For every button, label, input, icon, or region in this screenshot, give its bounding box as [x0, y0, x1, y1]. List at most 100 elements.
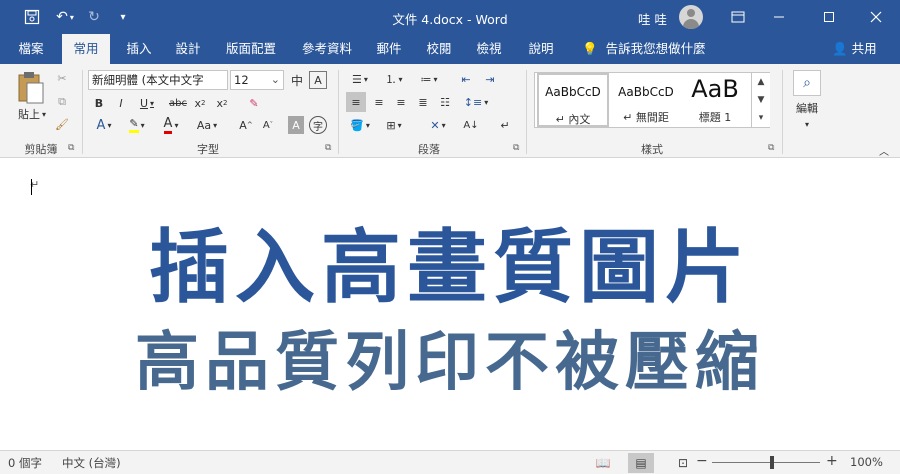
- sort-icon[interactable]: A↓: [462, 116, 480, 134]
- editing-label[interactable]: 編輯: [788, 100, 826, 116]
- grow-font-icon[interactable]: A ^: [238, 116, 254, 134]
- asian-layout-icon[interactable]: ✕ ▾: [424, 116, 452, 134]
- tab-design[interactable]: 設計: [167, 34, 209, 64]
- text-cursor: [31, 179, 32, 195]
- user-avatar[interactable]: [679, 5, 703, 29]
- style-no-spacing[interactable]: AaBbCcD ↵ 無間距: [611, 73, 681, 127]
- ribbon-display-options-icon[interactable]: [726, 0, 750, 34]
- autosave-icon[interactable]: [18, 0, 46, 34]
- tab-layout[interactable]: 版面配置: [218, 34, 284, 64]
- style-name: 標題 1: [698, 111, 732, 124]
- zoom-in-icon[interactable]: +: [826, 453, 838, 469]
- increase-indent-icon[interactable]: ⇥: [480, 70, 500, 88]
- copy-icon[interactable]: ⧉: [54, 94, 70, 110]
- highlight-icon[interactable]: ✎ ▾: [124, 116, 150, 134]
- paste-icon[interactable]: [12, 70, 48, 106]
- tab-file[interactable]: 檔案: [8, 34, 54, 64]
- shading-icon[interactable]: 🪣 ▾: [346, 116, 374, 134]
- strikethrough-icon[interactable]: abc: [167, 94, 189, 112]
- document-canvas[interactable]: ↵ 插入高畫質圖片 高品質列印不被壓縮: [0, 159, 900, 450]
- word-count[interactable]: 0 個字: [8, 455, 42, 471]
- align-center-icon[interactable]: ≡: [369, 92, 389, 112]
- underline-icon[interactable]: U ▾: [135, 94, 159, 112]
- clear-formatting-icon[interactable]: ✎: [245, 94, 263, 112]
- user-name[interactable]: 哇 哇: [638, 9, 667, 28]
- bold-icon[interactable]: B: [91, 94, 107, 112]
- zoom-level[interactable]: 100%: [850, 455, 883, 469]
- style-normal[interactable]: AaBbCcD ↵ 內文: [537, 73, 609, 127]
- font-name-value: 新細明體 (本文中文字: [92, 73, 204, 87]
- zoom-out-icon[interactable]: −: [696, 453, 708, 469]
- maximize-icon[interactable]: [815, 0, 843, 34]
- gallery-scroll-down-icon[interactable]: ▼: [751, 91, 770, 109]
- tab-view[interactable]: 檢視: [468, 34, 510, 64]
- styles-launcher-icon[interactable]: ⧉: [768, 143, 774, 153]
- text-effects-icon[interactable]: A ▾: [91, 116, 117, 134]
- justify-icon[interactable]: ≣: [413, 92, 433, 112]
- undo-icon[interactable]: ↶ ▾: [50, 0, 80, 34]
- format-painter-icon[interactable]: 🖌: [54, 116, 70, 132]
- numbering-icon[interactable]: ⒈ ▾: [380, 70, 408, 88]
- phonetic-guide-icon[interactable]: 中: [287, 71, 307, 89]
- borders-icon[interactable]: ⊞ ▾: [380, 116, 408, 134]
- redo-icon[interactable]: ↻: [84, 0, 104, 34]
- tab-home[interactable]: 常用: [62, 34, 110, 64]
- superscript-icon[interactable]: x2: [214, 94, 230, 112]
- align-left-icon[interactable]: ≡: [346, 92, 366, 112]
- character-shading-icon[interactable]: A: [288, 116, 304, 134]
- minimize-icon[interactable]: [765, 0, 793, 34]
- share-button[interactable]: 👤 共用: [832, 34, 877, 64]
- font-name-select[interactable]: 新細明體 (本文中文字: [88, 70, 228, 90]
- language-indicator[interactable]: 中文 (台灣): [62, 455, 121, 471]
- ribbon-home: 貼上 ▾ ✂ ⧉ 🖌 剪貼簿 ⧉ 新細明體 (本文中文字 12 ⌄ 中 A B I …: [0, 64, 900, 158]
- paragraph-launcher-icon[interactable]: ⧉: [513, 143, 519, 153]
- font-size-select[interactable]: 12 ⌄: [230, 70, 284, 90]
- gallery-more-icon[interactable]: ▾: [751, 109, 770, 127]
- find-icon[interactable]: ⌕: [793, 70, 821, 96]
- bullets-icon[interactable]: ☰ ▾: [346, 70, 374, 88]
- show-marks-icon[interactable]: ↵: [496, 116, 514, 134]
- editing-dropdown-icon[interactable]: ▾: [800, 118, 814, 130]
- tab-insert[interactable]: 插入: [118, 34, 160, 64]
- tab-mailings[interactable]: 郵件: [368, 34, 410, 64]
- customize-toolbar-icon[interactable]: ▾: [114, 0, 132, 34]
- print-layout-icon[interactable]: ▤: [628, 453, 654, 473]
- tell-me-label: 告訴我您想做什麼: [605, 41, 706, 56]
- change-case-icon[interactable]: Aa ▾: [192, 116, 222, 134]
- character-border-icon[interactable]: A: [309, 71, 327, 89]
- group-divider: [82, 70, 83, 154]
- distributed-icon[interactable]: ☷: [435, 92, 455, 112]
- gallery-scroll-up-icon[interactable]: ▲: [751, 73, 770, 91]
- multilevel-list-icon[interactable]: ≔ ▾: [414, 70, 444, 88]
- style-heading-1[interactable]: AaB 標題 1: [683, 73, 747, 127]
- enclose-characters-icon[interactable]: 字: [309, 116, 327, 134]
- status-bar: 0 個字 中文 (台灣) 📖 ▤ ⊡ − + 100%: [0, 450, 900, 474]
- paste-button[interactable]: 貼上 ▾: [14, 106, 50, 122]
- collapse-ribbon-icon[interactable]: ︿: [876, 144, 892, 158]
- font-color-icon[interactable]: A ▾: [158, 116, 184, 134]
- style-name: ↵ 內文: [555, 113, 591, 126]
- cut-icon[interactable]: ✂: [54, 70, 70, 86]
- shrink-font-icon[interactable]: Aˇ: [260, 116, 276, 134]
- read-mode-icon[interactable]: 📖: [590, 453, 616, 473]
- tab-references[interactable]: 參考資料: [294, 34, 360, 64]
- group-divider: [782, 70, 783, 154]
- tab-help[interactable]: 說明: [520, 34, 562, 64]
- zoom-slider-thumb[interactable]: [770, 456, 774, 469]
- web-layout-icon[interactable]: ⊡: [670, 453, 696, 473]
- font-launcher-icon[interactable]: ⧉: [325, 143, 331, 153]
- tab-review[interactable]: 校閱: [418, 34, 460, 64]
- zoom-slider[interactable]: [712, 462, 820, 463]
- style-name: ↵ 無間距: [623, 111, 669, 124]
- subscript-icon[interactable]: x2: [192, 94, 208, 112]
- clipboard-group-label: 剪貼簿: [24, 143, 58, 156]
- tell-me-box[interactable]: 💡 告訴我您想做什麼: [582, 34, 706, 64]
- decrease-indent-icon[interactable]: ⇤: [456, 70, 476, 88]
- clipboard-launcher-icon[interactable]: ⧉: [68, 143, 74, 153]
- group-divider: [526, 70, 527, 154]
- close-icon[interactable]: [862, 0, 890, 34]
- italic-icon[interactable]: I: [113, 94, 129, 112]
- share-person-icon: 👤: [832, 41, 848, 56]
- line-spacing-icon[interactable]: ↕≡ ▾: [462, 92, 490, 112]
- align-right-icon[interactable]: ≡: [391, 92, 411, 112]
